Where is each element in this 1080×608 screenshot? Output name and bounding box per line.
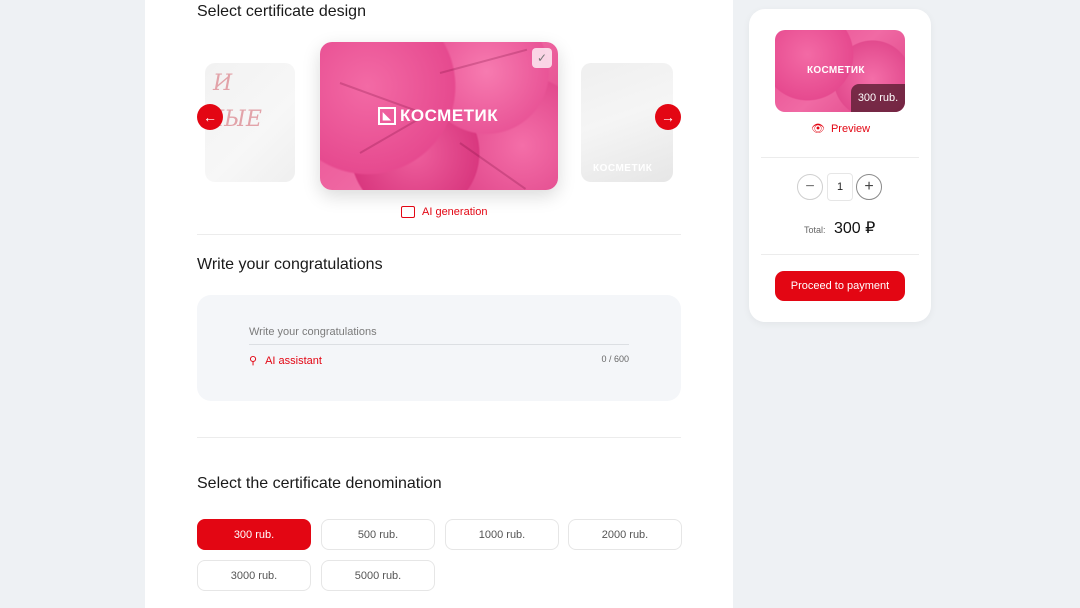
congrats-box: ⚲ AI assistant 0 / 600 [197, 295, 681, 401]
congrats-input[interactable] [249, 325, 629, 345]
ai-generation-label: AI generation [422, 206, 488, 218]
quantity-value[interactable]: 1 [827, 173, 853, 201]
denomination-option[interactable]: 1000 rub. [445, 519, 559, 550]
order-summary-panel: КОСМЕТИК 300 rub. 👁 Preview − 1 + Total:… [749, 9, 931, 322]
brand-logo: ◣ КОСМЕТИК [378, 106, 498, 126]
main-panel: Select certificate design И НЫЕ ◣ КОСМЕТ… [145, 0, 733, 608]
minus-icon[interactable]: − [797, 174, 823, 200]
denomination-option[interactable]: 2000 rub. [568, 519, 682, 550]
design-card-selected[interactable]: ◣ КОСМЕТИК ✓ [320, 42, 558, 190]
denomination-option[interactable]: 5000 rub. [321, 560, 435, 591]
preview-button[interactable]: 👁 Preview [811, 122, 871, 136]
denomination-option[interactable]: 500 rub. [321, 519, 435, 550]
design-carousel: И НЫЕ ◣ КОСМЕТИК ✓ КОСМЕТИК ← → [197, 38, 681, 198]
brand-name-mini: КОСМЕТИК [593, 163, 653, 174]
image-sparkle-icon [401, 206, 415, 218]
total-label: Total: [804, 225, 826, 235]
ai-assistant-label: AI assistant [265, 354, 322, 367]
ai-generation-button[interactable]: AI generation [401, 206, 487, 218]
char-counter: 0 / 600 [601, 354, 629, 364]
mini-card-brand: КОСМЕТИК [807, 65, 865, 76]
divider [761, 157, 919, 158]
brand-name: КОСМЕТИК [400, 106, 499, 125]
arrow-left-icon[interactable]: ← [197, 104, 223, 130]
denomination-title: Select the certificate denomination [197, 475, 442, 492]
plus-icon[interactable]: + [856, 174, 882, 200]
design-title: Select certificate design [197, 3, 366, 20]
proceed-to-payment-button[interactable]: Proceed to payment [775, 271, 905, 301]
denomination-option[interactable]: 3000 rub. [197, 560, 311, 591]
eye-icon: 👁 [811, 123, 825, 135]
denomination-option[interactable]: 300 rub. [197, 519, 311, 550]
magic-wand-icon: ⚲ [249, 355, 258, 367]
preview-label: Preview [830, 122, 871, 135]
ai-assistant-button[interactable]: ⚲ AI assistant [249, 354, 322, 368]
total-value: 300 ₽ [834, 220, 876, 237]
mini-card-price: 300 rub. [851, 84, 905, 112]
divider [761, 254, 919, 255]
check-icon: ✓ [532, 48, 552, 68]
certificate-preview-card: КОСМЕТИК 300 rub. [775, 30, 905, 112]
arrow-right-icon[interactable]: → [655, 104, 681, 130]
divider [197, 437, 681, 438]
brand-logo-icon: ◣ [378, 107, 396, 125]
divider [197, 234, 681, 235]
left-card-text-1: И [213, 71, 233, 96]
congrats-title: Write your congratulations [197, 256, 383, 273]
